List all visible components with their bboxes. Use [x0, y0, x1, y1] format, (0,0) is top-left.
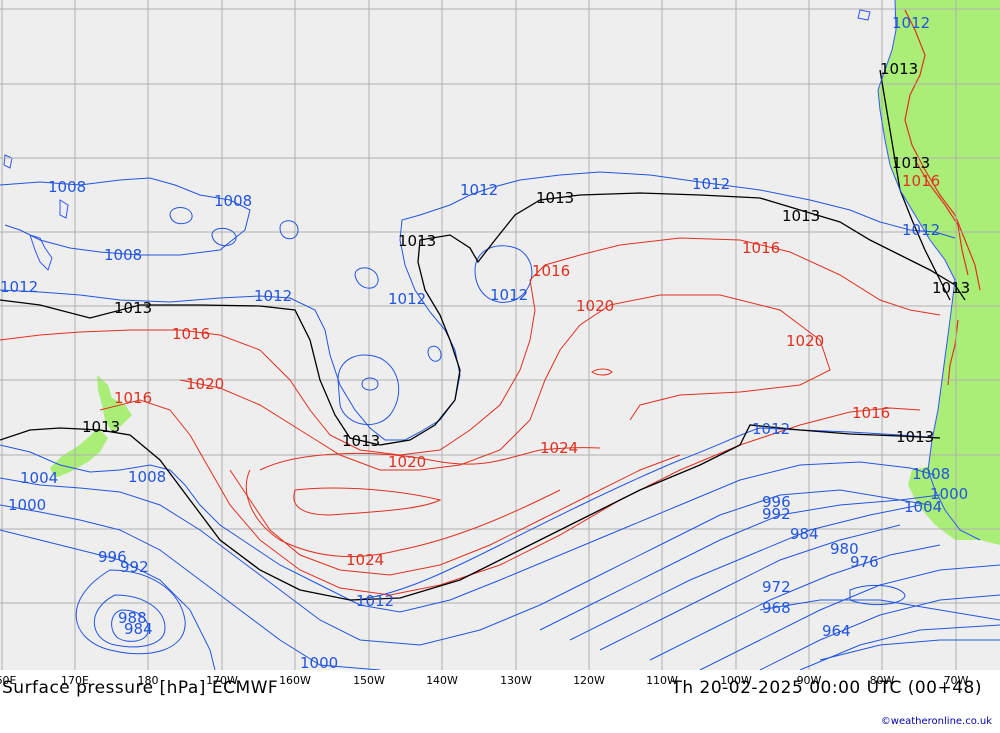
label-1012: 1012 [490, 286, 528, 304]
pressure-map: 1008 1008 1008 1012 1012 1012 1012 1012 … [0, 0, 1000, 670]
label-1013: 1013 [896, 428, 934, 446]
label-1013: 1013 [880, 60, 918, 78]
map-title: Surface pressure [hPa] ECMWF [2, 678, 279, 698]
label-1008: 1008 [48, 178, 86, 196]
label-1000: 1000 [300, 654, 338, 670]
label-1016: 1016 [114, 389, 152, 407]
label-1008: 1008 [104, 246, 142, 264]
label-1012: 1012 [0, 278, 38, 296]
label-1013: 1013 [342, 432, 380, 450]
label-1012: 1012 [356, 592, 394, 610]
label-1012: 1012 [892, 14, 930, 32]
label-1012: 1012 [752, 420, 790, 438]
label-1016: 1016 [532, 262, 570, 280]
label-976: 976 [850, 553, 879, 571]
label-1013: 1013 [114, 299, 152, 317]
label-1016: 1016 [172, 325, 210, 343]
label-1020: 1020 [786, 332, 824, 350]
label-1000: 1000 [930, 485, 968, 503]
label-1013: 1013 [398, 232, 436, 250]
label-968: 968 [762, 599, 791, 617]
lon-label: 140W [426, 674, 458, 687]
label-1020: 1020 [186, 375, 224, 393]
label-1013: 1013 [932, 279, 970, 297]
label-1020: 1020 [388, 453, 426, 471]
label-1016: 1016 [902, 172, 940, 190]
label-984: 984 [790, 525, 819, 543]
label-1012: 1012 [902, 221, 940, 239]
lon-label: 120W [573, 674, 605, 687]
lon-label: 160W [279, 674, 311, 687]
label-1024: 1024 [540, 439, 578, 457]
label-1004: 1004 [20, 469, 58, 487]
label-1000: 1000 [8, 496, 46, 514]
label-1008: 1008 [912, 465, 950, 483]
label-992: 992 [762, 505, 791, 523]
label-1008: 1008 [128, 468, 166, 486]
label-1012: 1012 [254, 287, 292, 305]
label-1016: 1016 [742, 239, 780, 257]
valid-time: Th 20-02-2025 00:00 UTC (00+48) [671, 678, 982, 698]
label-1013: 1013 [892, 154, 930, 172]
label-1012: 1012 [692, 175, 730, 193]
label-1013: 1013 [536, 189, 574, 207]
label-1024: 1024 [346, 551, 384, 569]
label-992: 992 [120, 558, 149, 576]
label-1012: 1012 [388, 290, 426, 308]
label-1013: 1013 [82, 418, 120, 436]
label-1008: 1008 [214, 192, 252, 210]
label-964: 964 [822, 622, 851, 640]
label-984: 984 [124, 620, 153, 638]
map-canvas: 1008 1008 1008 1012 1012 1012 1012 1012 … [0, 0, 1000, 670]
label-1016: 1016 [852, 404, 890, 422]
label-972: 972 [762, 578, 791, 596]
lon-label: 150W [353, 674, 385, 687]
label-1013: 1013 [782, 207, 820, 225]
label-1020: 1020 [576, 297, 614, 315]
lon-label: 130W [500, 674, 532, 687]
label-1012: 1012 [460, 181, 498, 199]
credit-link[interactable]: ©weatheronline.co.uk [881, 716, 992, 727]
